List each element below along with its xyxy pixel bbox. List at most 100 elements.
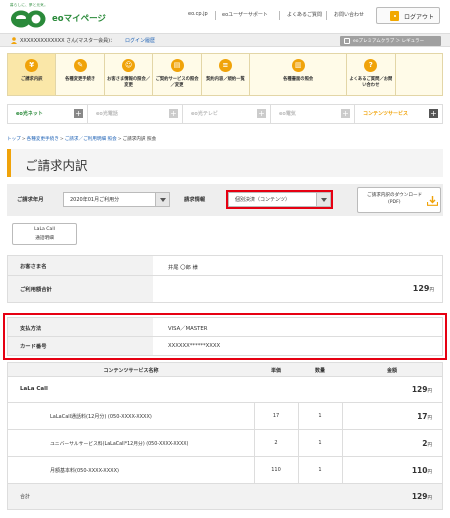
pdf-download-button[interactable]: ご請求内訳のダウンロード (PDF) xyxy=(357,187,441,213)
pencil-icon: ✎ xyxy=(73,59,87,72)
line-item-price: 17 xyxy=(272,413,280,419)
download-icon xyxy=(427,196,438,206)
breadcrumb-separator: > xyxy=(117,137,122,142)
nav-support-link[interactable]: eoユーザーサポート xyxy=(222,11,268,18)
service-tabs: eo光ネット + eo光電話 + eo光テレビ + eo電気 + コンテンツサー… xyxy=(7,104,443,124)
logo-tagline: 暮らしに、夢と元気。 xyxy=(10,3,48,7)
lala-call-details-button[interactable]: LaLa Call 通話明細 xyxy=(12,223,77,245)
menu-label: 契約内容／規約一覧 xyxy=(206,77,245,82)
menu-label: ご契約サービスの照会／変更 xyxy=(155,77,199,88)
column-header: コンテンツサービス名称 xyxy=(103,368,159,374)
nav-faq-link[interactable]: よくあるご質問 xyxy=(287,11,322,18)
pdf-label: (PDF) xyxy=(388,200,401,205)
total-usage-value: 129円 xyxy=(412,284,434,293)
user-name: XXXXXXXXXXXXX さん(マスター会員)： xyxy=(20,38,116,44)
table-total-row: 合計 129円 xyxy=(8,484,442,509)
billing-month-label: ご請求年月 xyxy=(17,197,44,203)
plus-icon: + xyxy=(341,109,350,118)
menu-label: よくあるご質問／お問い合わせ xyxy=(349,77,393,88)
service-group-name: LaLa Call xyxy=(20,386,48,392)
logout-button[interactable]: ログアウト xyxy=(376,7,440,24)
menu-customer-info[interactable]: ☺ お客さま情報の照会／変更 xyxy=(105,54,154,95)
plus-icon: + xyxy=(257,109,266,118)
service-group-amount: 129円 xyxy=(411,385,432,394)
line-item-quantity: 1 xyxy=(318,413,322,419)
breadcrumb-link[interactable]: トップ xyxy=(7,137,21,142)
door-icon xyxy=(390,11,399,21)
billing-month-value: 2020年01月ご利用分 xyxy=(70,197,120,203)
table-header: コンテンツサービス名称 単価 数量 金額 xyxy=(8,363,442,377)
service-tab-label: eo光テレビ xyxy=(191,111,218,117)
breadcrumb-link[interactable]: 各種変更手続き xyxy=(27,137,59,142)
line-item-name: 月額基本料(050-XXXX-XXXX) xyxy=(50,468,119,474)
plus-icon: + xyxy=(74,109,83,118)
menu-billing-details[interactable]: ¥ ご請求内訳 xyxy=(8,54,57,95)
menu-contracted-services[interactable]: ▤ ご契約サービスの照会／変更 xyxy=(153,54,202,95)
breadcrumb-link[interactable]: ご請求／ご利用明細 照会 xyxy=(65,137,117,142)
chevron-down-icon xyxy=(155,193,169,206)
customer-name-label: お客さま名 xyxy=(20,264,47,270)
login-history-link[interactable]: ログイン履歴 xyxy=(125,37,155,44)
highlight-box xyxy=(226,190,333,209)
billing-info-label: 請求情報 xyxy=(184,197,206,203)
service-tab-eo-phone[interactable]: eo光電話 + xyxy=(88,105,183,123)
line-item-amount: 2円 xyxy=(422,439,432,448)
service-tab-contents[interactable]: コンテンツサービス + xyxy=(355,105,442,123)
yen-icon: ¥ xyxy=(25,59,39,72)
page-title: ご請求内訳 xyxy=(25,158,88,173)
table-key-cell: ご利用額合計 xyxy=(8,276,153,302)
menu-faq-contact[interactable]: ? よくあるご質問／お問い合わせ xyxy=(347,54,396,95)
user-bar: XXXXXXXXXXXXX さん(マスター会員)： ログイン履歴 eoプレミアム… xyxy=(0,33,450,47)
column-header: 数量 xyxy=(314,368,325,374)
line-item-amount: 17円 xyxy=(417,412,432,421)
summary-table: お客さま名 井尾 〇郎 様 ご利用額合計 129円 xyxy=(7,255,443,303)
nav-divider xyxy=(215,11,216,20)
column-divider xyxy=(298,403,299,484)
column-divider xyxy=(342,403,343,484)
table-row: お客さま名 井尾 〇郎 様 xyxy=(8,256,442,276)
nav-divider xyxy=(279,11,280,20)
lala-call-label: LaLa Call xyxy=(34,227,55,232)
service-tab-label: eo電気 xyxy=(279,111,296,117)
column-header: 単価 xyxy=(270,368,281,374)
breadcrumb-separator: > xyxy=(21,137,26,142)
menu-contract-terms[interactable]: ≡ 契約内容／規約一覧 xyxy=(202,54,251,95)
eo-logo[interactable] xyxy=(10,9,46,29)
menu-documents[interactable]: ▥ 各種書面の照会 xyxy=(250,54,348,95)
plus-icon: + xyxy=(429,109,438,118)
line-item-price: 2 xyxy=(274,440,278,446)
premium-club-button[interactable]: eoプレミアムクラブ ＞ レギュラー xyxy=(340,36,441,46)
nav-divider xyxy=(326,11,327,20)
service-tab-eo-electric[interactable]: eo電気 + xyxy=(271,105,355,123)
document-icon: ▥ xyxy=(291,59,305,72)
line-item-quantity: 1 xyxy=(318,467,322,473)
table-row: 月額基本料(050-XXXX-XXXX) 110 1 110円 xyxy=(8,457,442,484)
grand-total-amount: 129円 xyxy=(411,492,432,501)
logout-label: ログアウト xyxy=(404,14,435,21)
user-icon xyxy=(11,37,17,44)
question-icon: ? xyxy=(364,59,378,72)
table-row: ユニバーサルサービス料(LaLaCall*12月分) (050-XXXX-XXX… xyxy=(8,430,442,457)
breadcrumb-current: ご請求内訳 照会 xyxy=(122,137,157,142)
document-icon: ▤ xyxy=(170,59,184,72)
nav-contact-link[interactable]: お問い合わせ xyxy=(334,11,364,18)
service-tab-eo-net[interactable]: eo光ネット + xyxy=(8,105,88,123)
premium-club-label: eoプレミアムクラブ ＞ レギュラー xyxy=(353,39,425,44)
grand-total-label: 合計 xyxy=(20,494,31,500)
billing-month-select[interactable]: 2020年01月ご利用分 xyxy=(63,192,170,207)
breadcrumb-separator: > xyxy=(59,137,64,142)
table-row: ご利用額合計 129円 xyxy=(8,276,442,302)
page-title-bar: ご請求内訳 xyxy=(7,149,443,177)
menu-label: 各種書面の照会 xyxy=(283,77,314,82)
menu-label: 各種変更手続き xyxy=(65,77,96,82)
table-key-cell: お客さま名 xyxy=(8,256,153,275)
nav-eo-link[interactable]: eo.cp.jp xyxy=(188,11,208,17)
menu-change-procedures[interactable]: ✎ 各種変更手続き xyxy=(56,54,105,95)
line-item-quantity: 1 xyxy=(318,440,322,446)
content-service-table: コンテンツサービス名称 単価 数量 金額 LaLa Call 129円 LaLa… xyxy=(7,362,443,510)
breadcrumb: トップ>各種変更手続き>ご請求／ご利用明細 照会>ご請求内訳 照会 xyxy=(7,136,156,142)
site-title: eoマイページ xyxy=(52,14,106,24)
filter-bar: ご請求年月 2020年01月ご利用分 請求情報 個別決済（コンテンツ） ご請求内… xyxy=(7,184,443,216)
service-tab-eo-tv[interactable]: eo光テレビ + xyxy=(183,105,271,123)
line-item-price: 110 xyxy=(271,467,281,473)
